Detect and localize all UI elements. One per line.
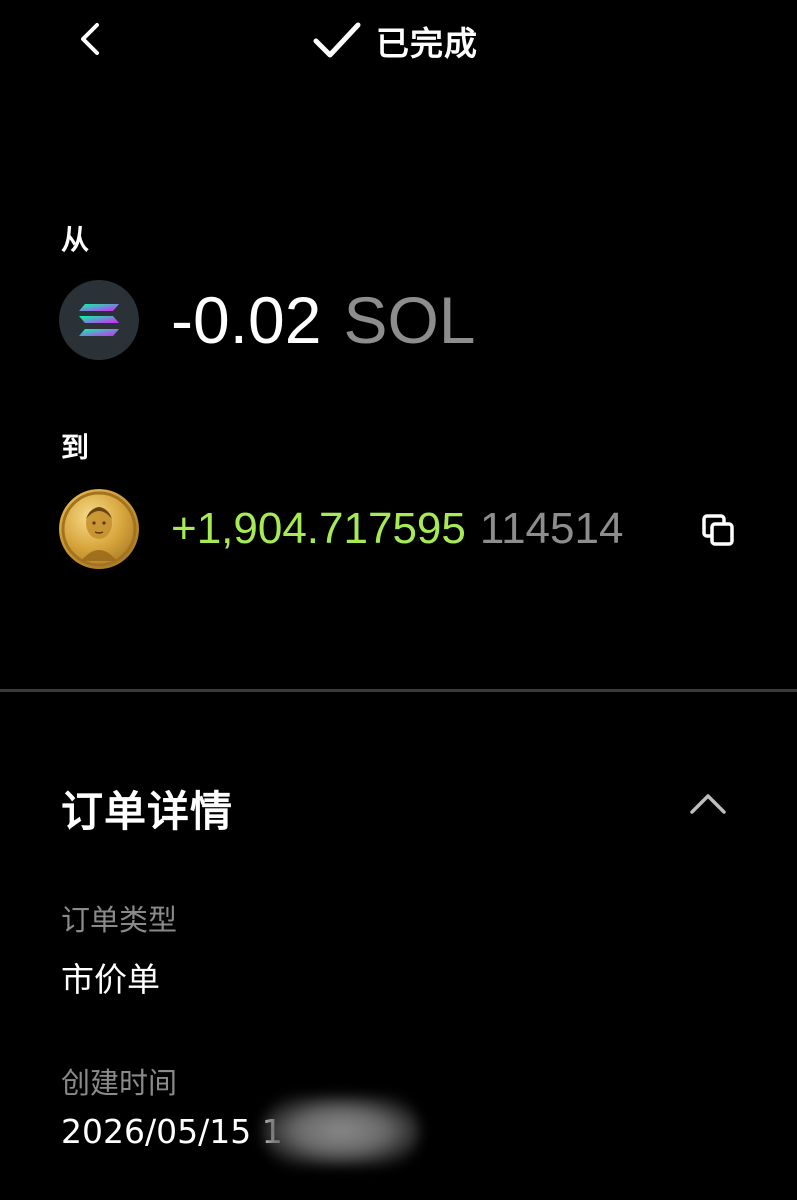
created-time-value: 2026/05/15 1 bbox=[61, 1112, 283, 1151]
from-token-row: -0.02 SOL bbox=[59, 280, 476, 360]
status-indicator: 已完成 bbox=[312, 16, 478, 66]
from-unit: SOL bbox=[343, 283, 476, 357]
copy-button[interactable] bbox=[698, 510, 738, 550]
collapse-button[interactable] bbox=[684, 780, 732, 828]
to-amount: +1,904.717595 bbox=[171, 504, 466, 553]
chevron-left-icon bbox=[81, 23, 99, 55]
from-label: 从 bbox=[61, 223, 90, 256]
to-unit: 114514 bbox=[479, 504, 624, 553]
order-type-label: 订单类型 bbox=[61, 903, 178, 937]
from-amount: -0.02 bbox=[171, 283, 322, 357]
order-type-value: 市价单 bbox=[61, 960, 160, 999]
back-button[interactable] bbox=[68, 14, 112, 64]
chevron-up-icon bbox=[690, 794, 726, 814]
status-text: 已完成 bbox=[376, 24, 478, 63]
solana-coin-icon bbox=[59, 280, 139, 360]
checkmark-icon bbox=[313, 22, 361, 58]
created-time-label: 创建时间 bbox=[61, 1066, 178, 1100]
divider bbox=[0, 689, 797, 692]
order-details-title: 订单详情 bbox=[61, 787, 234, 836]
copy-icon bbox=[702, 514, 734, 546]
redaction-blur bbox=[262, 1096, 420, 1166]
to-token-row: +1,904.717595 114514 bbox=[59, 489, 623, 569]
to-label: 到 bbox=[61, 431, 90, 464]
meme-coin-icon bbox=[59, 489, 139, 569]
